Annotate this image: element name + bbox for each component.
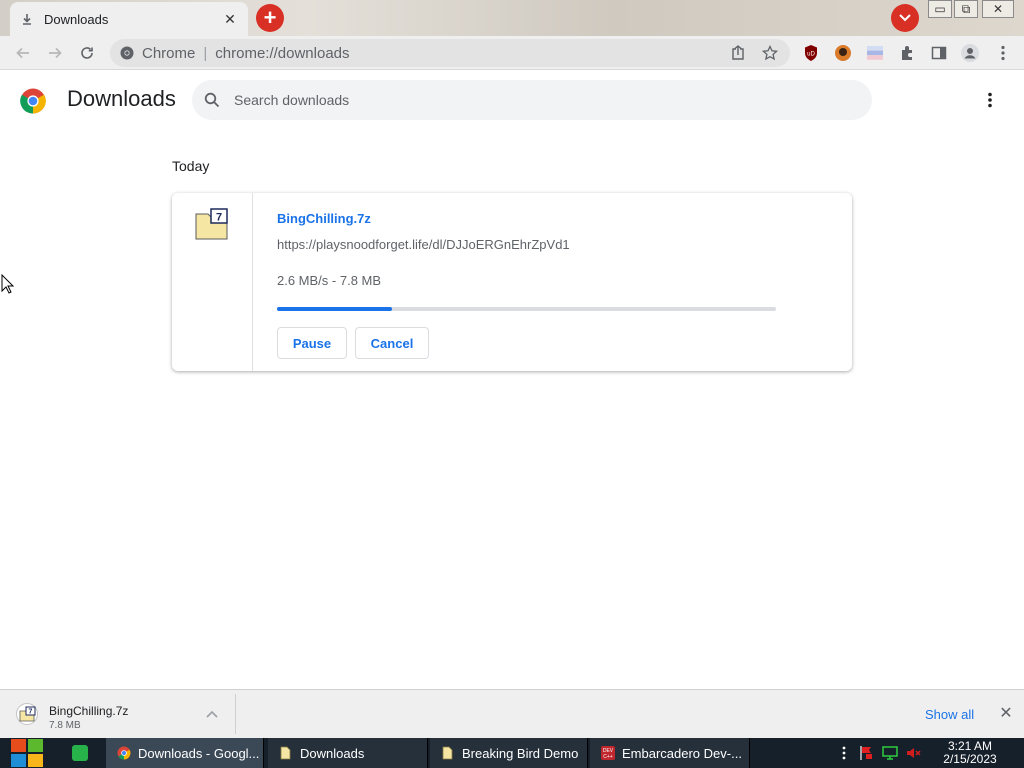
chrome-icon [120, 46, 134, 60]
taskbar-item-breaking-bird[interactable]: Breaking Bird Demo [430, 738, 588, 768]
title-bar: Downloads ✕ + ▭ ⧉ ✕ [0, 0, 1024, 36]
reload-button[interactable] [76, 42, 98, 64]
7z-archive-icon: 7 [16, 703, 38, 725]
url-text[interactable]: chrome://downloads [215, 45, 349, 62]
download-source-url[interactable]: https://playsnoodforget.life/dl/DJJoERGn… [277, 237, 570, 252]
taskbar-item-embarcadero[interactable]: DEV C++ Embarcadero Dev-... [590, 738, 750, 768]
arrow-right-icon [49, 47, 62, 59]
download-icon [20, 12, 34, 26]
address-bar[interactable]: Chrome | chrome://downloads [110, 39, 790, 67]
reload-icon [81, 47, 93, 59]
chevron-down-icon [899, 14, 911, 22]
system-clock[interactable]: 3:21 AM 2/15/2023 [936, 740, 1004, 766]
tab-title: Downloads [44, 11, 109, 27]
star-icon[interactable] [760, 43, 780, 63]
network-icon[interactable] [882, 745, 898, 761]
chevron-up-icon[interactable] [204, 706, 220, 722]
chrome-icon [116, 745, 132, 761]
site-name: Chrome [142, 44, 196, 62]
browser-toolbar: Chrome | chrome://downloads uD [0, 36, 1024, 70]
new-tab-button[interactable]: + [256, 4, 284, 32]
download-progress-bar [277, 307, 776, 311]
taskbar-item-chrome[interactable]: Downloads - Googl... [106, 738, 264, 768]
download-icon-column: 7 [172, 193, 253, 371]
more-vert-icon[interactable] [980, 90, 1000, 110]
download-item-card: 7 BingChilling.7z https://playsnoodforge… [172, 193, 852, 371]
flag-extension-icon[interactable] [866, 44, 884, 62]
avatar-extension-icon[interactable] [834, 44, 852, 62]
browser-menu-icon[interactable] [994, 44, 1012, 62]
tab-close-icon[interactable]: ✕ [222, 11, 238, 27]
pause-button[interactable]: Pause [277, 327, 347, 359]
svg-text:7: 7 [29, 709, 33, 716]
pinned-app-icon[interactable] [72, 745, 88, 761]
taskbar-item-label: Downloads [300, 745, 365, 761]
omnibox-divider: | [203, 44, 208, 62]
window-close-button[interactable]: ✕ [982, 0, 1014, 18]
shelf-file-name: BingChilling.7z [49, 704, 129, 718]
system-tray [836, 738, 936, 768]
date-header: Today [172, 158, 210, 174]
search-downloads-box[interactable] [192, 80, 872, 120]
chrome-logo-icon [20, 88, 46, 114]
tab-search-button[interactable] [891, 4, 919, 32]
search-input[interactable] [234, 92, 834, 108]
profile-icon[interactable] [961, 44, 979, 62]
svg-text:7: 7 [216, 212, 222, 224]
show-all-link[interactable]: Show all [925, 707, 974, 722]
page-title: Downloads [67, 86, 176, 111]
forward-button[interactable] [44, 42, 66, 64]
volume-muted-icon[interactable] [906, 745, 922, 761]
clock-date: 2/15/2023 [943, 752, 997, 766]
start-button[interactable] [10, 737, 44, 768]
action-center-flag-icon[interactable] [858, 745, 874, 761]
overflow-icon[interactable] [836, 745, 852, 761]
taskbar-item-explorer[interactable]: Downloads [268, 738, 428, 768]
7z-archive-icon: 7 [195, 208, 228, 240]
taskbar-item-label: Breaking Bird Demo [462, 745, 579, 761]
puzzle-icon[interactable] [898, 44, 916, 62]
restore-button[interactable]: ⧉ [954, 0, 978, 18]
minimize-button[interactable]: ▭ [928, 0, 952, 18]
close-shelf-icon[interactable]: ✕ [998, 706, 1014, 722]
search-icon [204, 92, 220, 108]
share-icon[interactable] [728, 43, 748, 63]
download-file-name-link[interactable]: BingChilling.7z [277, 211, 371, 226]
shelf-file-size: 7.8 MB [49, 720, 81, 731]
ublock-icon[interactable]: uD [802, 44, 820, 62]
cancel-button[interactable]: Cancel [355, 327, 429, 359]
shelf-download-item[interactable]: 7 BingChilling.7z 7.8 MB [8, 694, 236, 734]
back-button[interactable] [12, 42, 34, 64]
devcpp-icon: DEV C++ [600, 745, 616, 761]
downloads-header: Downloads [0, 72, 1024, 128]
download-progress-fill [277, 307, 392, 311]
side-panel-icon[interactable] [930, 44, 948, 62]
taskbar-item-label: Embarcadero Dev-... [622, 745, 742, 761]
download-shelf: 7 BingChilling.7z 7.8 MB Show all ✕ [0, 689, 1024, 738]
tab-downloads[interactable]: Downloads ✕ [10, 2, 248, 36]
svg-text:C++: C++ [603, 754, 613, 760]
download-status: 2.6 MB/s - 7.8 MB [277, 273, 382, 288]
svg-text:uD: uD [807, 52, 815, 58]
folder-icon [440, 745, 456, 761]
arrow-left-icon [16, 47, 29, 59]
folder-icon [278, 745, 294, 761]
mouse-cursor-icon [1, 274, 15, 294]
taskbar-item-label: Downloads - Googl... [138, 745, 260, 761]
